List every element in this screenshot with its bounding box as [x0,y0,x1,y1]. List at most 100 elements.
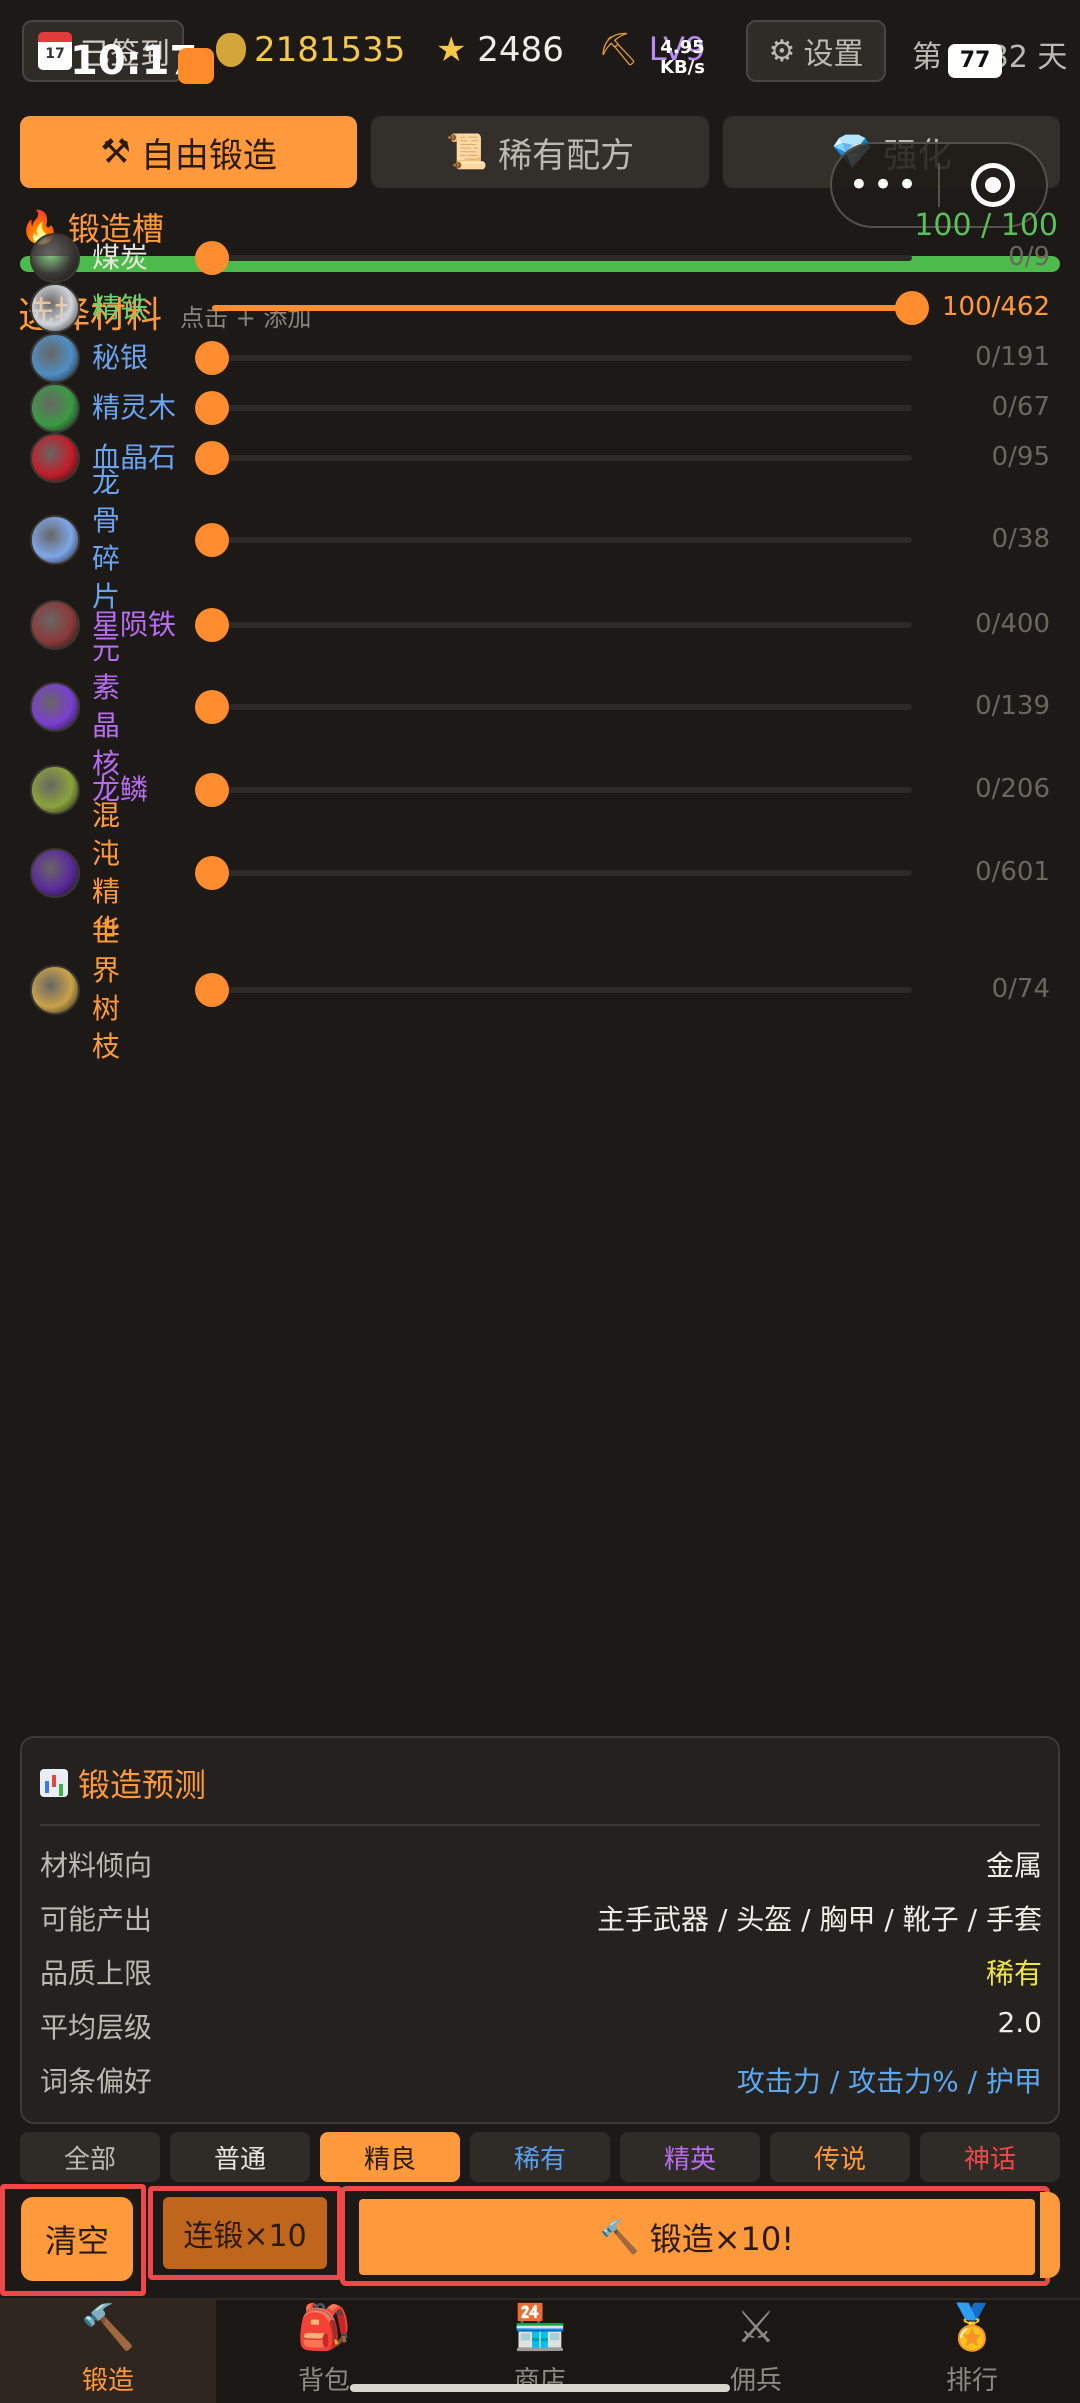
material-slider[interactable] [195,973,912,1007]
star-counter: ★ 2486 [436,30,564,70]
material-slider[interactable] [195,523,912,557]
settings-label: 设置 [803,37,864,72]
material-slider-handle[interactable] [895,291,929,325]
nav-label: 锻造 [81,2366,134,2396]
material-icon [30,965,80,1015]
material-slider-handle[interactable] [195,441,229,475]
scroll-icon: 📜 [445,132,489,172]
forge-button-label: 锻造×10! [649,2220,795,2258]
material-icon [30,515,80,565]
nav-label: 佣兵 [729,2366,782,2396]
material-count: 0/191 [975,342,1050,372]
material-slider[interactable] [195,241,912,275]
hammer-icon: 🔨 [80,2302,136,2353]
material-slider[interactable] [195,690,912,724]
more-menu-button[interactable]: ••• [832,165,938,205]
material-slider-fill [212,305,912,311]
close-miniprogram-button[interactable] [940,163,1046,207]
prediction-value: 主手武器 / 头盔 / 胸甲 / 靴子 / 手套 [597,1903,1042,1936]
material-name: 精铁 [92,291,149,324]
material-name: 龙骨碎片 [92,466,121,613]
rarity-filter-6[interactable]: 神话 [920,2132,1060,2182]
rarity-filter-2[interactable]: 精良 [320,2132,460,2182]
material-icon [30,848,80,898]
rarity-filter-bar: 全部 普通 精良 稀有 精英 传说 神话 [20,2132,1060,2182]
money-bag-icon [216,33,246,67]
prediction-row: 平均层级 2.0 [40,2006,1042,2046]
material-slider[interactable] [212,291,929,325]
prediction-value: 金属 [985,1849,1042,1882]
nav-item-0[interactable]: 🔨 锻造 [0,2300,216,2403]
rarity-filter-4[interactable]: 精英 [620,2132,760,2182]
material-slider[interactable] [195,608,912,642]
net-speed: 4.95 KB/s [660,38,705,78]
material-count: 0/38 [991,524,1050,554]
gold-value: 2181535 [254,30,406,70]
material-count: 0/139 [975,691,1050,721]
material-slider[interactable] [195,341,912,375]
star-value: 2486 [477,30,564,70]
prediction-row: 材料倾向 金属 [40,1844,1042,1884]
material-icon [30,383,80,433]
material-count: 0/400 [975,609,1050,639]
calendar-icon: 17 [38,32,72,70]
material-section-hint: 点击 + 添加 [180,304,312,332]
material-count: 0/601 [975,857,1050,887]
hammer-level-icon: ⛏ [598,30,639,68]
material-icon [30,433,80,483]
material-slider-handle[interactable] [195,973,229,1007]
material-icon [30,765,80,815]
nav-item-4[interactable]: 🏅 排行 [864,2300,1080,2403]
nav-label: 排行 [945,2366,998,2396]
multi-forge-button[interactable]: 连锻×10 [163,2197,327,2269]
material-icon [30,283,80,333]
clear-button[interactable]: 清空 [21,2197,133,2281]
material-slider-handle[interactable] [195,608,229,642]
bar-chart-icon [40,1769,68,1797]
prediction-row: 词条偏好 攻击力 / 攻击力% / 护甲 [40,2060,1042,2100]
material-name: 元素晶核 [92,633,121,780]
net-speed-value: 4.95 [660,37,705,58]
tab-rare-recipe[interactable]: 📜 稀有配方 [371,116,709,188]
nav-label: 背包 [297,2366,350,2396]
material-slider[interactable] [195,441,912,475]
prediction-key: 可能产出 [40,1903,153,1936]
material-count: 0/74 [991,974,1050,1004]
forge-prediction-panel: 锻造预测 材料倾向 金属 可能产出 主手武器 / 头盔 / 胸甲 / 靴子 / 手套品… [20,1736,1060,2124]
material-icon [30,233,80,283]
backpack-icon: 🎒 [296,2302,352,2353]
material-slider[interactable] [195,856,912,890]
material-icon [30,333,80,383]
prediction-key: 材料倾向 [40,1849,153,1882]
prediction-row: 可能产出 主手武器 / 头盔 / 胸甲 / 靴子 / 手套 [40,1898,1042,1938]
forge-button[interactable]: 🔨 锻造×10! [359,2199,1035,2275]
material-slider-handle[interactable] [195,690,229,724]
material-slider-handle[interactable] [195,341,229,375]
tab-free-forge[interactable]: ⚒ 自由锻造 [20,116,358,188]
material-slider-handle[interactable] [195,523,229,557]
material-name: 秘银 [92,341,149,374]
gear-icon: ⚙ [768,33,796,69]
material-count: 0/9 [1008,242,1050,272]
clear-button-highlight: 清空 [0,2184,146,2296]
prediction-title-label: 锻造预测 [78,1766,207,1804]
rarity-filter-1[interactable]: 普通 [170,2132,310,2182]
material-icon [30,682,80,732]
multi-forge-button-highlight: 连锻×10 [148,2186,342,2280]
material-slider-handle[interactable] [195,241,229,275]
material-name: 世界树枝 [92,916,121,1063]
material-slider-handle[interactable] [195,773,229,807]
prediction-key: 词条偏好 [40,2065,153,2098]
material-slider-handle[interactable] [195,391,229,425]
divider [40,1824,1040,1826]
material-slider[interactable] [195,391,912,425]
material-slider-handle[interactable] [195,856,229,890]
rarity-filter-3[interactable]: 稀有 [470,2132,610,2182]
home-indicator[interactable] [350,2384,730,2392]
rarity-filter-0[interactable]: 全部 [20,2132,160,2182]
rarity-filter-5[interactable]: 传说 [770,2132,910,2182]
material-slider[interactable] [195,773,912,807]
medal-icon: 🏅 [944,2302,1000,2353]
settings-button[interactable]: ⚙ 设置 [746,20,886,82]
top-status-bar: 17 已签到 10:17 2181535 ★ 2486 ⛏ LV9 4.95 K… [0,0,1080,110]
